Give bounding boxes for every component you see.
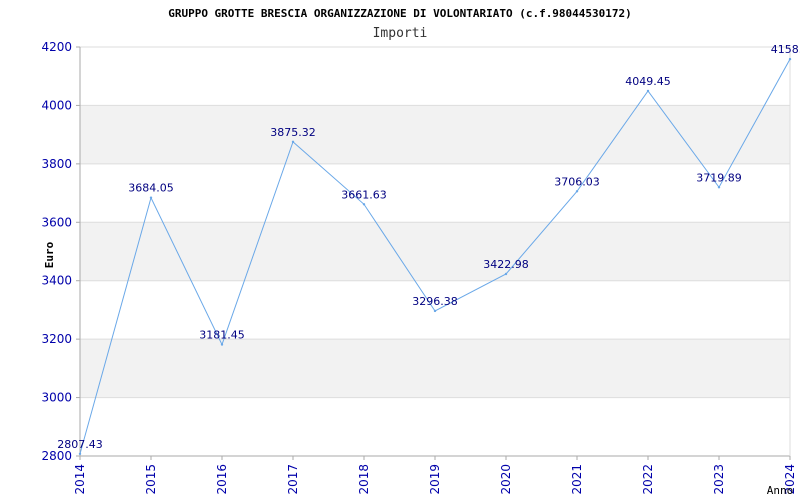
y-tick-label: 3400: [41, 274, 72, 288]
data-label: 3706.03: [554, 175, 600, 188]
data-point: [362, 203, 366, 206]
data-point: [504, 272, 508, 276]
data-label: 3684.05: [128, 182, 174, 195]
y-tick-label: 3200: [41, 332, 72, 346]
x-tick-label: 2021: [570, 464, 584, 495]
data-point: [788, 57, 792, 61]
y-tick-label: 2800: [41, 449, 72, 463]
x-axis-label: Anno: [767, 484, 794, 497]
data-label: 4049.45: [625, 75, 671, 88]
chart-title: GRUPPO GROTTE BRESCIA ORGANIZZAZIONE DI …: [168, 7, 632, 20]
data-point: [220, 343, 224, 346]
x-tick-label: 2017: [286, 464, 300, 495]
x-tick-label: 2023: [712, 464, 726, 495]
y-tick-label: 3000: [41, 391, 72, 405]
y-tick-label: 3800: [41, 157, 72, 171]
data-point: [291, 140, 295, 144]
data-point: [78, 452, 82, 456]
x-tick-label: 2016: [215, 464, 229, 495]
y-tick-label: 3600: [41, 215, 72, 229]
data-label: 2807.43: [57, 438, 103, 451]
data-point: [646, 89, 650, 93]
line-chart: 28003000320034003600380040004200 2014 201…: [41, 7, 800, 497]
data-point: [433, 309, 437, 313]
data-label: 3296.38: [412, 295, 458, 308]
background-bands: [80, 105, 790, 398]
data-label: 3875.32: [270, 126, 316, 139]
grid-band: [80, 105, 790, 164]
x-tick-label: 2019: [428, 464, 442, 495]
data-point: [717, 186, 721, 189]
data-label: 4158.5: [771, 43, 800, 56]
x-tick-label: 2018: [357, 464, 371, 495]
x-tick-label: 2022: [641, 464, 655, 495]
data-label: 3661.63: [341, 188, 387, 201]
x-tick-label: 2014: [73, 464, 87, 495]
x-tick-label: 2020: [499, 464, 513, 495]
data-point: [575, 190, 579, 193]
y-axis-label: Euro: [43, 241, 56, 268]
data-label: 3719.89: [696, 171, 742, 184]
chart-subtitle: Importi: [373, 26, 428, 41]
grid-band: [80, 339, 790, 398]
data-label: 3422.98: [483, 258, 529, 271]
data-label: 3181.45: [199, 329, 245, 342]
data-point: [149, 196, 153, 199]
y-tick-label: 4200: [41, 40, 72, 54]
x-tick-label: 2015: [144, 464, 158, 495]
y-tick-label: 4000: [41, 98, 72, 112]
x-tick-labels: 2014 2015 2016 2017 2018 2019 2020 2021 2022 2023…: [73, 464, 797, 495]
